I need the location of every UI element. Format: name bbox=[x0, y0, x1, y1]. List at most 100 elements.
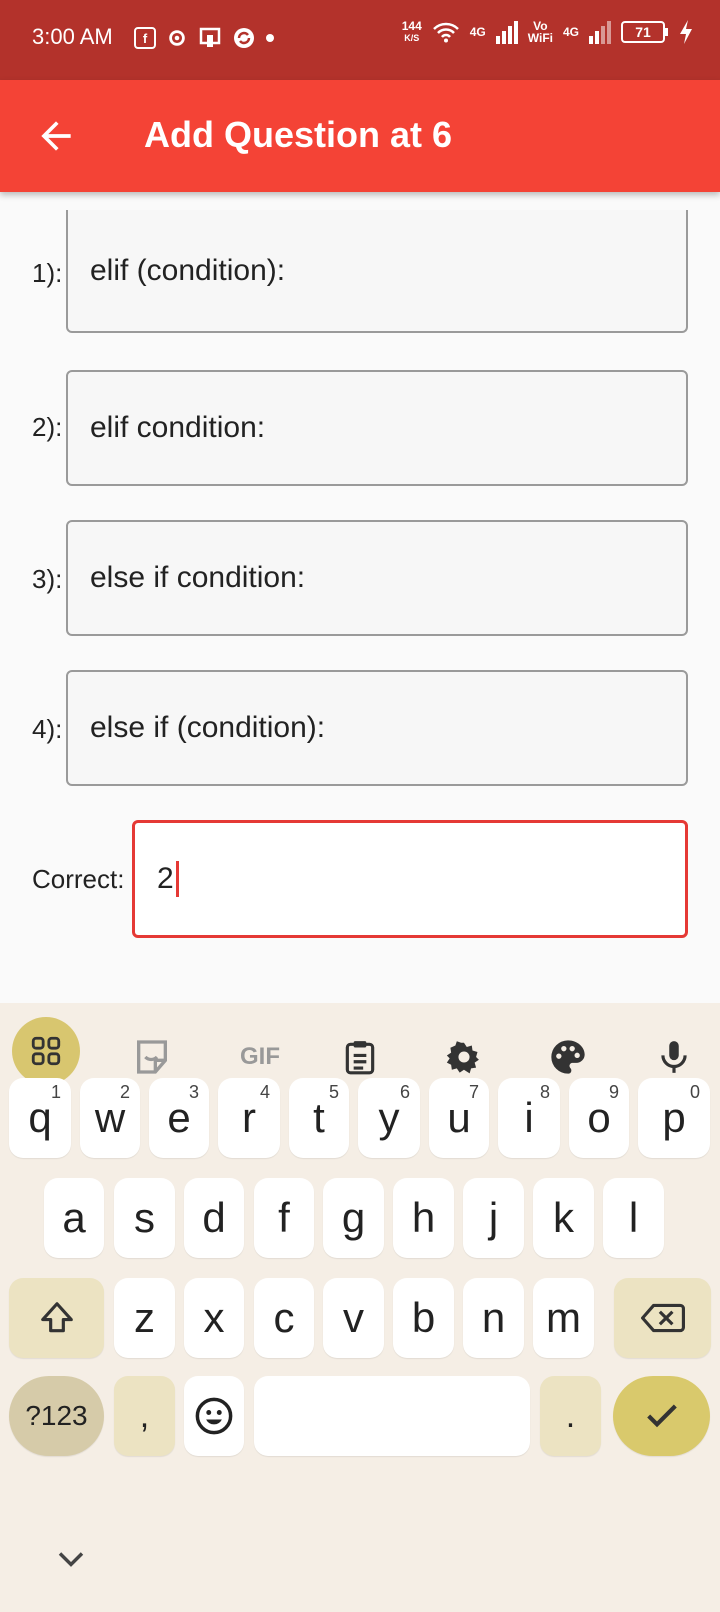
option-row-1: 1): elif (condition): bbox=[0, 210, 720, 338]
sticker-icon[interactable] bbox=[124, 1029, 180, 1085]
checkmark-icon bbox=[646, 1404, 677, 1428]
option-label: 3): bbox=[32, 564, 63, 594]
key-number: 9 bbox=[608, 1082, 619, 1102]
apps-grid-icon[interactable] bbox=[12, 1017, 80, 1085]
space-bar[interactable] bbox=[254, 1376, 530, 1456]
charging-bolt-icon bbox=[680, 20, 692, 44]
key-s[interactable]: s bbox=[114, 1178, 175, 1258]
option-label: 4): bbox=[32, 714, 63, 744]
correct-answer-value: 2 bbox=[157, 862, 174, 895]
key-p[interactable]: p0 bbox=[638, 1078, 710, 1158]
key-q[interactable]: q1 bbox=[9, 1078, 71, 1158]
key-g[interactable]: g bbox=[323, 1178, 384, 1258]
key-j[interactable]: j bbox=[463, 1178, 524, 1258]
cast-icon bbox=[199, 27, 221, 47]
key-c[interactable]: c bbox=[254, 1278, 314, 1358]
speed-value: 144 bbox=[401, 19, 422, 33]
clipboard-icon[interactable] bbox=[332, 1029, 388, 1085]
option-label: 1): bbox=[32, 258, 63, 288]
shift-key[interactable] bbox=[9, 1278, 104, 1358]
app-bar: Add Question at 6 bbox=[0, 80, 720, 192]
key-m[interactable]: m bbox=[533, 1278, 594, 1358]
option-field-2[interactable]: elif condition: bbox=[66, 370, 688, 486]
text-cursor bbox=[175, 861, 179, 897]
key-k[interactable]: k bbox=[533, 1178, 594, 1258]
sync-icon bbox=[234, 28, 254, 48]
key-n[interactable]: n bbox=[463, 1278, 524, 1358]
key-l[interactable]: l bbox=[603, 1178, 664, 1258]
key-u[interactable]: u7 bbox=[429, 1078, 489, 1158]
key-v[interactable]: v bbox=[323, 1278, 384, 1358]
period-key[interactable]: . bbox=[540, 1376, 601, 1456]
battery-icon: 71 bbox=[621, 21, 668, 43]
comma-key[interactable]: , bbox=[114, 1376, 175, 1456]
network-type-1: 4G bbox=[469, 25, 486, 39]
key-label: p bbox=[662, 1094, 686, 1141]
mic-icon[interactable] bbox=[646, 1029, 702, 1085]
correct-row: Correct: 2 bbox=[0, 820, 720, 938]
facebook-icon: f bbox=[134, 27, 156, 49]
key-label: r bbox=[242, 1094, 256, 1141]
key-f[interactable]: f bbox=[254, 1178, 314, 1258]
status-time: 3:00 AM bbox=[32, 24, 113, 49]
shift-icon bbox=[40, 1302, 73, 1333]
key-t[interactable]: t5 bbox=[289, 1078, 349, 1158]
key-number: 8 bbox=[539, 1082, 550, 1102]
emoji-icon bbox=[195, 1397, 233, 1435]
key-b[interactable]: b bbox=[393, 1278, 454, 1358]
correct-label: Correct: bbox=[32, 864, 125, 894]
option-field-4[interactable]: else if (condition): bbox=[66, 670, 688, 786]
signal-bars-icon bbox=[495, 20, 518, 44]
key-number: 2 bbox=[119, 1082, 130, 1102]
backspace-icon bbox=[640, 1303, 685, 1333]
settings-gear-icon bbox=[169, 30, 185, 46]
key-number: 1 bbox=[50, 1082, 61, 1102]
key-o[interactable]: o9 bbox=[569, 1078, 629, 1158]
symbols-key[interactable]: ?123 bbox=[9, 1376, 104, 1456]
key-a[interactable]: a bbox=[44, 1178, 104, 1258]
key-z[interactable]: z bbox=[114, 1278, 175, 1358]
key-h[interactable]: h bbox=[393, 1178, 454, 1258]
vowifi-indicator: Vo WiFi bbox=[528, 20, 553, 44]
gif-label: GIF bbox=[240, 1043, 280, 1070]
key-i[interactable]: i8 bbox=[498, 1078, 560, 1158]
settings-icon[interactable] bbox=[436, 1029, 492, 1085]
speed-unit: K/S bbox=[404, 33, 420, 43]
key-d[interactable]: d bbox=[184, 1178, 244, 1258]
key-label: e bbox=[167, 1094, 191, 1141]
chevron-down-icon[interactable] bbox=[54, 1548, 88, 1570]
gif-icon[interactable]: GIF bbox=[228, 1029, 292, 1085]
wifi-icon bbox=[432, 22, 459, 43]
key-number: 4 bbox=[259, 1082, 270, 1102]
key-number: 3 bbox=[188, 1082, 199, 1102]
palette-icon[interactable] bbox=[540, 1029, 596, 1085]
backspace-key[interactable] bbox=[614, 1278, 711, 1358]
correct-answer-input[interactable]: 2 bbox=[132, 820, 688, 938]
status-bar: 3:00 AM f 144 K/S 4G Vo WiFi 4G 71 bbox=[0, 0, 720, 80]
key-label: i bbox=[524, 1094, 534, 1141]
key-label: y bbox=[378, 1094, 400, 1141]
key-x[interactable]: x bbox=[184, 1278, 244, 1358]
option-row-2: 2): elif condition: bbox=[0, 370, 720, 486]
key-number: 5 bbox=[328, 1082, 339, 1102]
key-w[interactable]: w2 bbox=[80, 1078, 140, 1158]
enter-key[interactable] bbox=[613, 1376, 710, 1456]
key-r[interactable]: r4 bbox=[218, 1078, 280, 1158]
keyboard: GIF q1 w2 e3 r4 t5 y6 u7 i8 o9 p0 a s d … bbox=[0, 1003, 720, 1612]
key-e[interactable]: e3 bbox=[149, 1078, 209, 1158]
status-left-icons: f bbox=[134, 26, 274, 50]
notification-dot-icon bbox=[266, 34, 274, 42]
signal-bars-2-icon bbox=[589, 20, 611, 44]
back-arrow-icon[interactable] bbox=[34, 114, 78, 158]
key-y[interactable]: y6 bbox=[358, 1078, 420, 1158]
battery-level: 71 bbox=[621, 21, 665, 43]
option-field-1[interactable]: elif (condition): bbox=[66, 210, 688, 333]
emoji-key[interactable] bbox=[184, 1376, 244, 1456]
key-label: t bbox=[313, 1094, 325, 1141]
option-row-3: 3): else if condition: bbox=[0, 520, 720, 636]
key-number: 7 bbox=[468, 1082, 479, 1102]
option-label: 2): bbox=[32, 412, 63, 442]
key-number: 0 bbox=[689, 1082, 700, 1102]
option-field-3[interactable]: else if condition: bbox=[66, 520, 688, 636]
network-type-2: 4G bbox=[562, 25, 579, 39]
